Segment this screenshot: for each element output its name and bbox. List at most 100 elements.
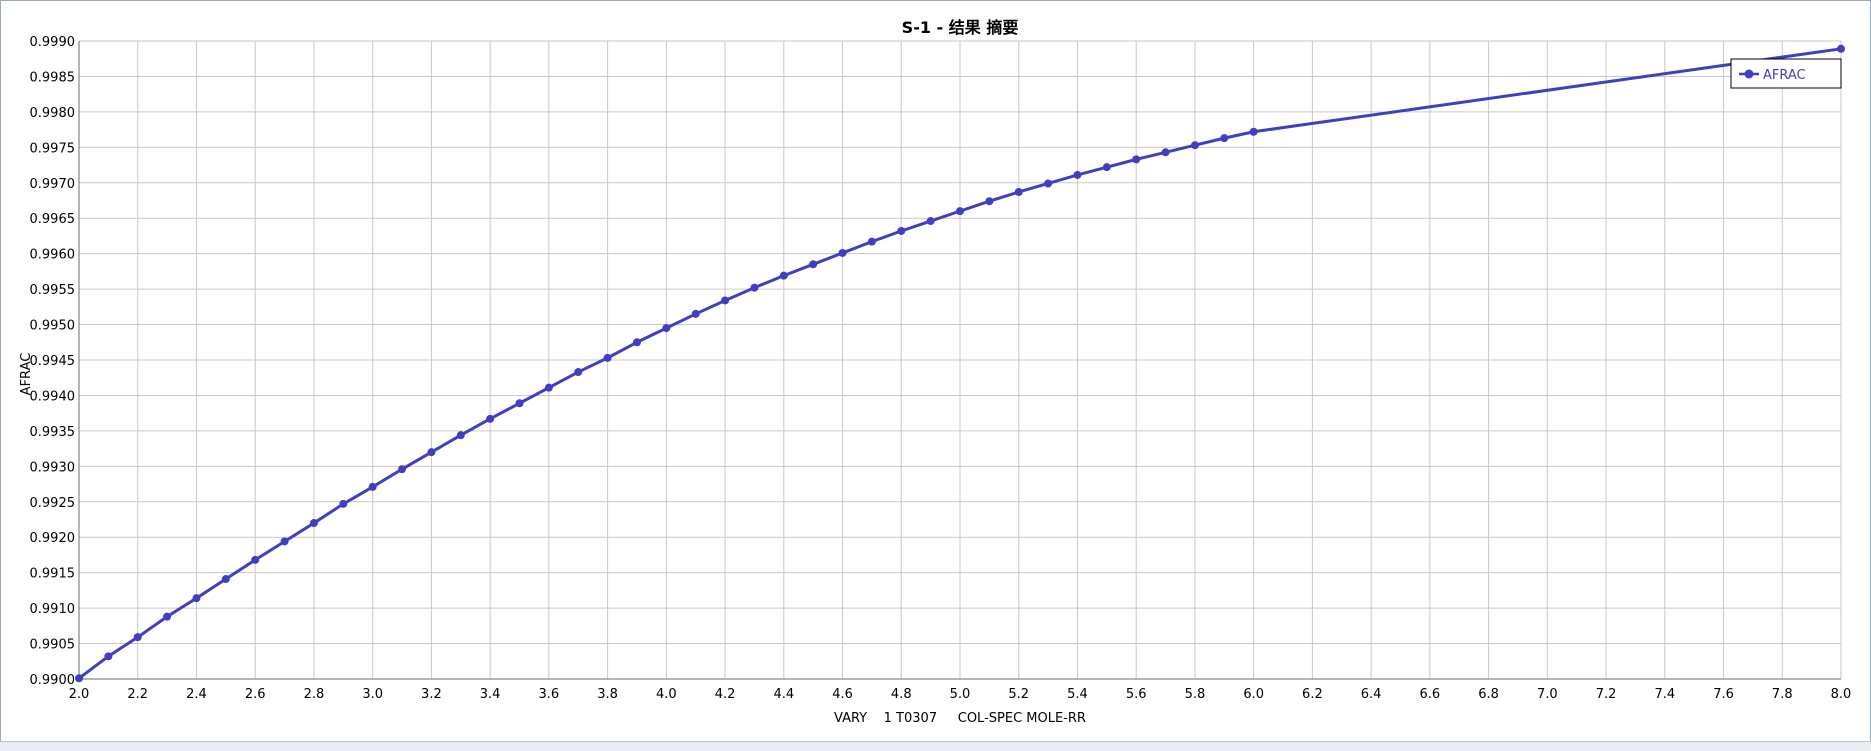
y-tick-label: 0.9920	[30, 531, 76, 546]
y-tick-label: 0.9955	[30, 283, 76, 298]
x-tick-label: 6.2	[1302, 687, 1323, 702]
x-tick-label: 3.8	[597, 687, 618, 702]
data-point	[985, 197, 994, 206]
y-tick-label: 0.9935	[30, 425, 76, 440]
x-tick-label: 6.6	[1420, 687, 1441, 702]
data-point	[867, 237, 876, 246]
data-point	[163, 612, 172, 621]
data-point	[427, 448, 436, 457]
data-point	[104, 652, 113, 661]
data-point	[486, 414, 495, 423]
data-point	[809, 260, 818, 269]
chart-title: S-1 - 结果 摘要	[902, 18, 1019, 37]
data-point	[574, 368, 583, 377]
data-point	[1073, 170, 1082, 179]
x-axis-title: VARY 1 T0307 COL-SPEC MOLE-RR	[834, 711, 1086, 726]
x-tick-label: 5.2	[1008, 687, 1029, 702]
data-point	[779, 271, 788, 280]
legend-label-afrac: AFRAC	[1763, 68, 1806, 83]
data-point	[1102, 163, 1111, 172]
x-tick-label: 7.4	[1654, 687, 1675, 702]
x-tick-label: 6.8	[1478, 687, 1499, 702]
y-tick-label: 0.9985	[30, 70, 76, 85]
data-point	[1837, 44, 1845, 53]
data-point	[1132, 155, 1141, 164]
y-tick-label: 0.9965	[30, 212, 76, 227]
x-tick-label: 8.0	[1831, 687, 1852, 702]
x-tick-label: 3.2	[421, 687, 442, 702]
data-point	[956, 207, 964, 216]
x-tick-label: 3.4	[480, 687, 501, 702]
x-tick-label: 5.6	[1126, 687, 1147, 702]
y-tick-label: 0.9960	[30, 248, 76, 263]
x-tick-label: 2.0	[69, 687, 90, 702]
x-tick-label: 4.2	[715, 687, 736, 702]
data-point	[309, 519, 318, 528]
y-tick-label: 0.9915	[30, 567, 76, 582]
x-tick-label: 5.0	[950, 687, 971, 702]
x-tick-label: 4.6	[832, 687, 853, 702]
y-tick-label: 0.9940	[30, 389, 76, 404]
data-point	[691, 309, 700, 318]
y-tick-label: 0.9905	[30, 638, 76, 653]
legend-marker-swatch	[1744, 69, 1754, 79]
y-tick-label: 0.9950	[30, 319, 76, 334]
data-point	[662, 324, 671, 333]
x-tick-label: 2.2	[127, 687, 148, 702]
x-tick-label: 6.0	[1243, 687, 1264, 702]
data-point	[368, 482, 377, 491]
data-point	[721, 296, 730, 305]
data-point	[133, 633, 142, 642]
y-tick-label: 0.9900	[30, 673, 76, 688]
y-tick-label: 0.9945	[30, 354, 76, 369]
x-tick-label: 2.8	[304, 687, 325, 702]
y-axis-title: AFRAC	[19, 353, 34, 396]
y-tick-label: 0.9980	[30, 106, 76, 121]
y-tick-label: 0.9970	[30, 177, 76, 192]
x-tick-label: 2.6	[245, 687, 266, 702]
data-point	[1190, 141, 1199, 150]
x-tick-label: 5.8	[1185, 687, 1206, 702]
data-point	[1249, 127, 1258, 136]
grid-lines	[78, 40, 1842, 680]
data-point	[75, 674, 83, 683]
x-tick-label: 5.4	[1067, 687, 1088, 702]
data-point	[544, 383, 553, 392]
x-tick-label: 7.0	[1537, 687, 1558, 702]
x-tick-label: 7.6	[1713, 687, 1734, 702]
x-tick-label: 6.4	[1361, 687, 1382, 702]
data-point	[897, 226, 906, 235]
x-tick-label: 4.8	[891, 687, 912, 702]
y-tick-label: 0.9990	[30, 35, 76, 50]
data-point	[398, 465, 407, 474]
y-tick-label: 0.9975	[30, 141, 76, 156]
data-point	[1044, 179, 1053, 188]
data-point	[339, 499, 348, 508]
data-point	[838, 248, 847, 257]
x-tick-label: 4.0	[656, 687, 677, 702]
line-chart: 2.0 2.2 2.4 2.6 2.8 3.0 3.2 3.4 3.6 3.8 4.0 4.2 4.4 4…	[19, 18, 1852, 726]
x-tick-label: 3.0	[362, 687, 383, 702]
data-point	[515, 399, 524, 408]
y-tick-label: 0.9925	[30, 496, 76, 511]
data-point	[1014, 187, 1023, 196]
data-point	[221, 575, 230, 584]
x-tick-label: 7.2	[1596, 687, 1617, 702]
data-point	[192, 594, 201, 603]
data-point	[603, 353, 612, 362]
y-tick-label: 0.9930	[30, 460, 76, 475]
data-point	[750, 283, 759, 292]
x-tick-label: 4.4	[773, 687, 794, 702]
data-point	[280, 537, 289, 546]
y-tick-label: 0.9910	[30, 602, 76, 617]
legend: AFRAC	[1730, 58, 1842, 89]
data-point	[926, 217, 935, 226]
data-point	[1161, 148, 1170, 157]
x-tick-label: 3.6	[539, 687, 560, 702]
x-tick-label: 2.4	[186, 687, 207, 702]
data-point	[1220, 134, 1229, 143]
data-point	[251, 555, 260, 564]
x-tick-label: 7.8	[1772, 687, 1793, 702]
data-point	[632, 338, 641, 347]
data-point	[456, 431, 465, 440]
